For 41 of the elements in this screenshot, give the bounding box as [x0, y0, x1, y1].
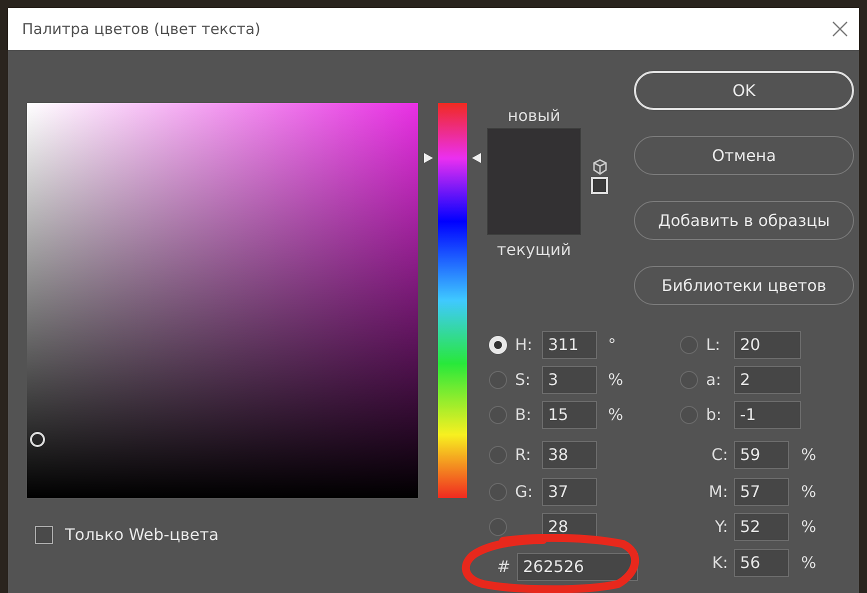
- input-field[interactable]: 3: [542, 366, 597, 394]
- new-color-label: новый: [508, 106, 560, 126]
- dialog-button[interactable]: OK: [634, 71, 854, 110]
- field-label: Y:: [714, 516, 729, 538]
- input-field[interactable]: 2: [734, 366, 801, 394]
- checkbox-label: Только Web-цвета: [65, 524, 219, 546]
- field-label: K:: [711, 552, 729, 574]
- field-label: M:: [708, 481, 729, 503]
- input-field[interactable]: 38: [542, 441, 597, 469]
- field-label: S:: [514, 369, 532, 391]
- input-field[interactable]: 311: [542, 331, 597, 359]
- window-title: Палитра цветов (цвет текста): [22, 18, 261, 40]
- input-field[interactable]: -1: [734, 401, 801, 429]
- input-field[interactable]: 57: [734, 478, 789, 506]
- unit-label: %: [801, 552, 816, 574]
- input-field[interactable]: 262526: [517, 553, 638, 581]
- field-label: a:: [705, 369, 722, 391]
- field-label: R:: [515, 444, 532, 466]
- unit-label: %: [801, 444, 816, 466]
- dialog-button[interactable]: Библиотеки цветов: [634, 266, 854, 305]
- unit-label: %: [801, 481, 816, 503]
- field-label: B:: [514, 404, 532, 426]
- input-field[interactable]: 15: [542, 401, 597, 429]
- dialog-button[interactable]: Отмена: [634, 136, 854, 175]
- dialog-button[interactable]: Добавить в образцы: [634, 201, 854, 240]
- field-label: C:: [710, 444, 729, 466]
- input-field[interactable]: 37: [542, 478, 597, 506]
- input-field[interactable]: 56: [734, 549, 789, 577]
- input-field[interactable]: 59: [734, 441, 789, 469]
- input-field[interactable]: 52: [734, 513, 789, 541]
- unit-label: %: [801, 516, 816, 538]
- input-field[interactable]: 20: [734, 331, 801, 359]
- unit-label: °: [608, 334, 616, 356]
- unit-label: %: [608, 404, 624, 426]
- field-label: b:: [705, 404, 723, 426]
- field-label: L:: [705, 334, 722, 356]
- field-label: H:: [514, 334, 534, 356]
- current-color-label: текущий: [496, 240, 572, 260]
- hex-label: #: [496, 556, 512, 578]
- unit-label: %: [608, 369, 624, 391]
- field-label: G:: [515, 481, 533, 503]
